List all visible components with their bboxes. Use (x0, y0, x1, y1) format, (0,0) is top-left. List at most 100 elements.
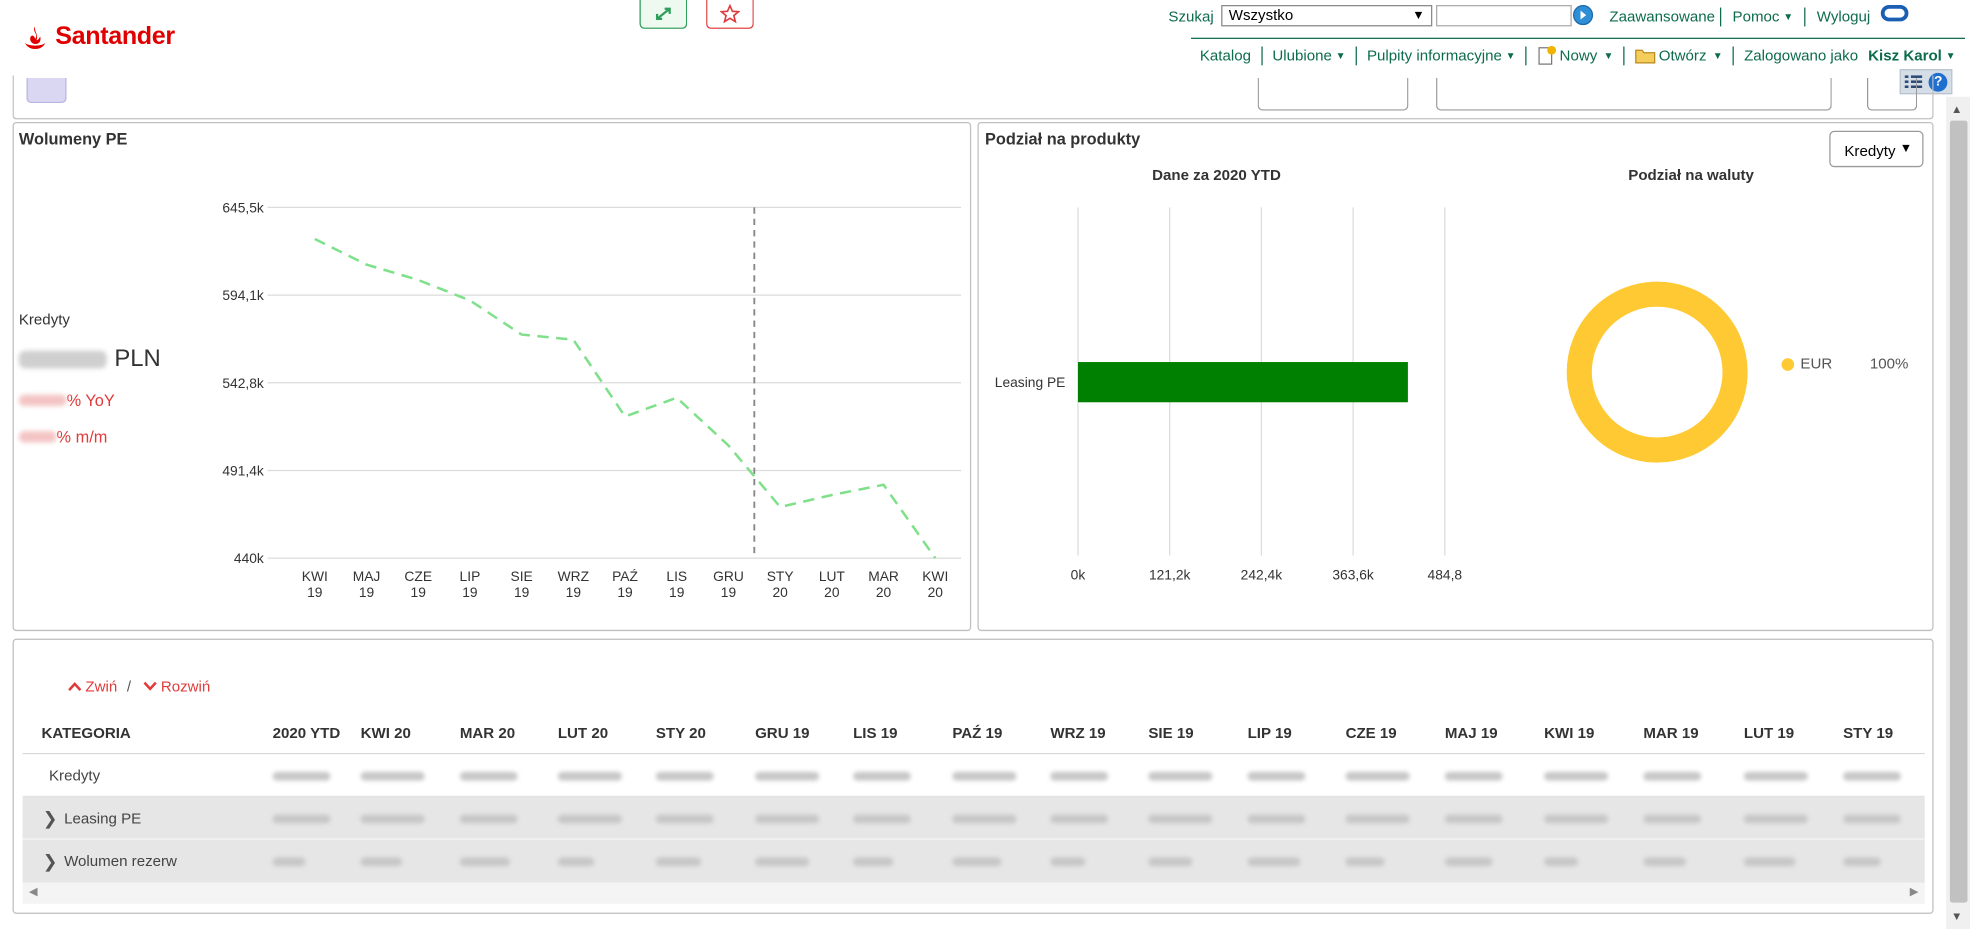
donut-chart-title: Podział na waluty (1628, 165, 1754, 184)
column-header[interactable]: STY 19 (1843, 724, 1893, 742)
help-link: Pomoc (1732, 7, 1780, 26)
table-row[interactable]: ❯ Wolumen rezerw (22, 839, 1925, 883)
scrollbar-thumb[interactable] (1949, 120, 1968, 903)
column-header[interactable]: KWI 19 (1544, 724, 1594, 742)
favorite-button[interactable] (706, 0, 754, 29)
category-label: Leasing PE (995, 374, 1066, 390)
redacted-cell (557, 814, 622, 824)
x-tick-label: 363,6k (1332, 567, 1374, 583)
collapse-all-button[interactable]: Zwiń (68, 677, 118, 696)
redacted-cell (459, 771, 518, 781)
santander-logo[interactable]: Santander (23, 23, 175, 52)
column-header[interactable]: MAJ 19 (1445, 724, 1498, 742)
dropdown-triangle-icon: ▼ (1412, 8, 1425, 23)
column-header[interactable]: LUT 19 (1744, 724, 1794, 742)
logged-as-label: Zalogowano jako (1744, 46, 1859, 65)
nav-open[interactable]: Otwórz ▼ (1635, 47, 1723, 64)
product-dropdown-value: Kredyty (1844, 142, 1896, 160)
top-nav: Katalog Ulubione ▼ Pulpity informacyjne ▼ … (1200, 45, 1956, 65)
y-tick-label: 594,1k (222, 287, 264, 303)
divider (1355, 45, 1357, 65)
nav-favorites[interactable]: Ulubione ▼ (1272, 47, 1345, 65)
column-header[interactable]: LIS 19 (853, 724, 897, 742)
dropdown-triangle-icon: ▼ (1899, 142, 1913, 156)
column-header[interactable]: MAR 20 (460, 724, 515, 742)
search-go-icon[interactable] (1572, 5, 1594, 26)
redacted-cell (272, 771, 331, 781)
column-header[interactable]: MAR 19 (1643, 724, 1698, 742)
column-header[interactable]: SIE 19 (1148, 724, 1193, 742)
redacted-cell (1148, 771, 1213, 781)
divider (1261, 45, 1263, 65)
column-header[interactable]: PAŹ 19 (952, 724, 1002, 742)
product-dropdown[interactable]: Kredyty ▼ (1829, 130, 1924, 168)
redacted-cell (557, 771, 622, 781)
x-tick-label: KWI 20 (922, 568, 948, 600)
user-menu[interactable]: Kisz Karol ▼ (1868, 47, 1955, 65)
expand-row-icon[interactable]: ❯ (43, 808, 58, 829)
folder-icon (1635, 49, 1656, 64)
nav-dashboards[interactable]: Pulpity informacyjne ▼ (1367, 47, 1516, 65)
divider (1719, 7, 1722, 27)
x-tick-label: PAŹ 19 (612, 568, 638, 600)
x-tick-label: KWI 19 (302, 568, 328, 600)
horizontal-scrollbar[interactable]: ◀ ▶ (22, 882, 1925, 904)
column-header[interactable]: CZE 19 (1346, 724, 1397, 742)
filter-field[interactable] (1866, 77, 1918, 111)
redacted-cell (272, 814, 331, 824)
advanced-search-link[interactable]: Zaawansowane (1609, 8, 1715, 26)
redacted-cell (459, 857, 511, 867)
filter-chip[interactable] (26, 77, 67, 104)
expand-all-button[interactable]: Rozwiń (143, 678, 210, 695)
scroll-right-icon[interactable]: ▶ (1910, 885, 1919, 899)
logout-link[interactable]: Wyloguj (1817, 8, 1870, 26)
redacted-cell (360, 857, 403, 867)
redacted-cell (459, 814, 518, 824)
x-tick-label: STY 20 (767, 568, 794, 600)
expand-row-icon[interactable]: ❯ (43, 851, 58, 872)
filter-field[interactable] (1436, 77, 1832, 111)
x-tick-label: WRZ 19 (558, 568, 589, 600)
redacted-cell (1643, 814, 1702, 824)
column-header[interactable]: LIP 19 (1248, 724, 1292, 742)
redacted-cell (755, 771, 820, 781)
redacted-cell (360, 814, 425, 824)
volume-panel-title: Wolumeny PE (18, 129, 128, 149)
column-header[interactable]: LUT 20 (558, 724, 608, 742)
redacted-cell (1345, 857, 1385, 867)
y-tick-label: 542,8k (222, 375, 264, 391)
oracle-ring-icon (1880, 5, 1909, 22)
search-scope-select[interactable]: Wszystko ▼ (1221, 5, 1433, 27)
redacted-cell (1247, 857, 1301, 867)
column-header[interactable]: STY 20 (656, 724, 706, 742)
redacted-cell (755, 857, 810, 867)
nav-new[interactable]: Nowy ▼ (1537, 45, 1614, 65)
table-row[interactable]: ❯ Leasing PE (22, 797, 1925, 840)
column-header[interactable]: KWI 20 (361, 724, 411, 742)
redacted-cell (1345, 814, 1410, 824)
filter-field[interactable] (1257, 77, 1409, 111)
collapse-all-label: Zwiń (85, 677, 118, 696)
scroll-up-icon[interactable]: ▲ (1951, 103, 1962, 116)
redacted-cell (1050, 771, 1109, 781)
column-header[interactable]: 2020 YTD (273, 724, 341, 742)
search-input[interactable] (1436, 5, 1572, 27)
redacted-cell (1843, 771, 1901, 781)
nav-dashboards-label: Pulpity informacyjne (1366, 46, 1502, 65)
redacted-cell (1643, 857, 1687, 867)
redacted-cell (853, 814, 911, 824)
currency-donut-chart: EUR 100% (1566, 281, 1909, 463)
x-tick-label: LIS 19 (666, 568, 687, 600)
x-tick-label: LUT 20 (819, 568, 846, 600)
user-name: Kisz Karol (1868, 46, 1942, 65)
help-menu[interactable]: Pomoc ▼ (1733, 8, 1794, 26)
column-header[interactable]: GRU 19 (755, 724, 809, 742)
scroll-left-icon[interactable]: ◀ (29, 885, 38, 899)
column-header[interactable]: WRZ 19 (1050, 724, 1105, 742)
scroll-down-icon[interactable]: ▼ (1951, 910, 1962, 923)
expand-button[interactable] (639, 0, 688, 29)
legend-value: 100% (1870, 355, 1909, 372)
column-header[interactable]: KATEGORIA (41, 724, 130, 742)
row-label: Leasing PE (64, 809, 142, 828)
nav-catalog[interactable]: Katalog (1200, 47, 1251, 65)
